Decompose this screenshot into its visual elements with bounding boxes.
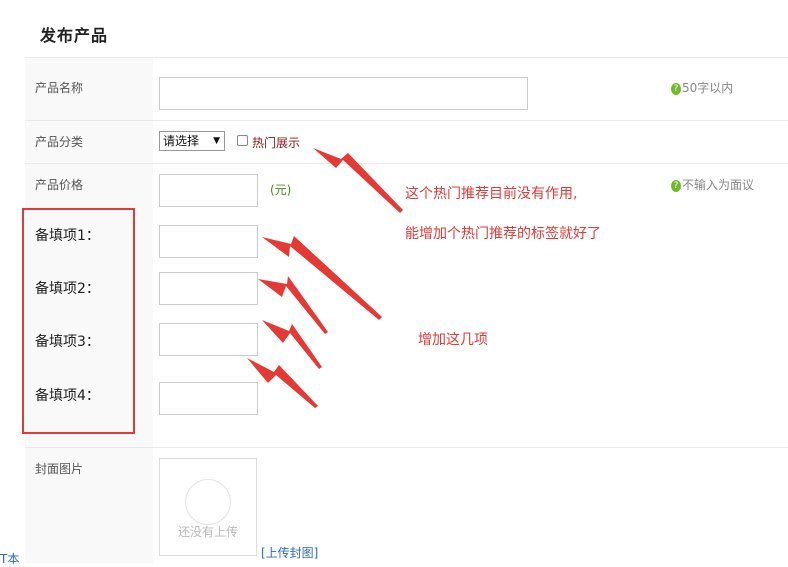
red-arrow-icon (247, 358, 318, 408)
annotation-arrows (247, 148, 403, 408)
red-arrow-icon (313, 148, 403, 213)
red-arrow-icon (262, 236, 382, 320)
red-arrow-icon (262, 320, 322, 369)
